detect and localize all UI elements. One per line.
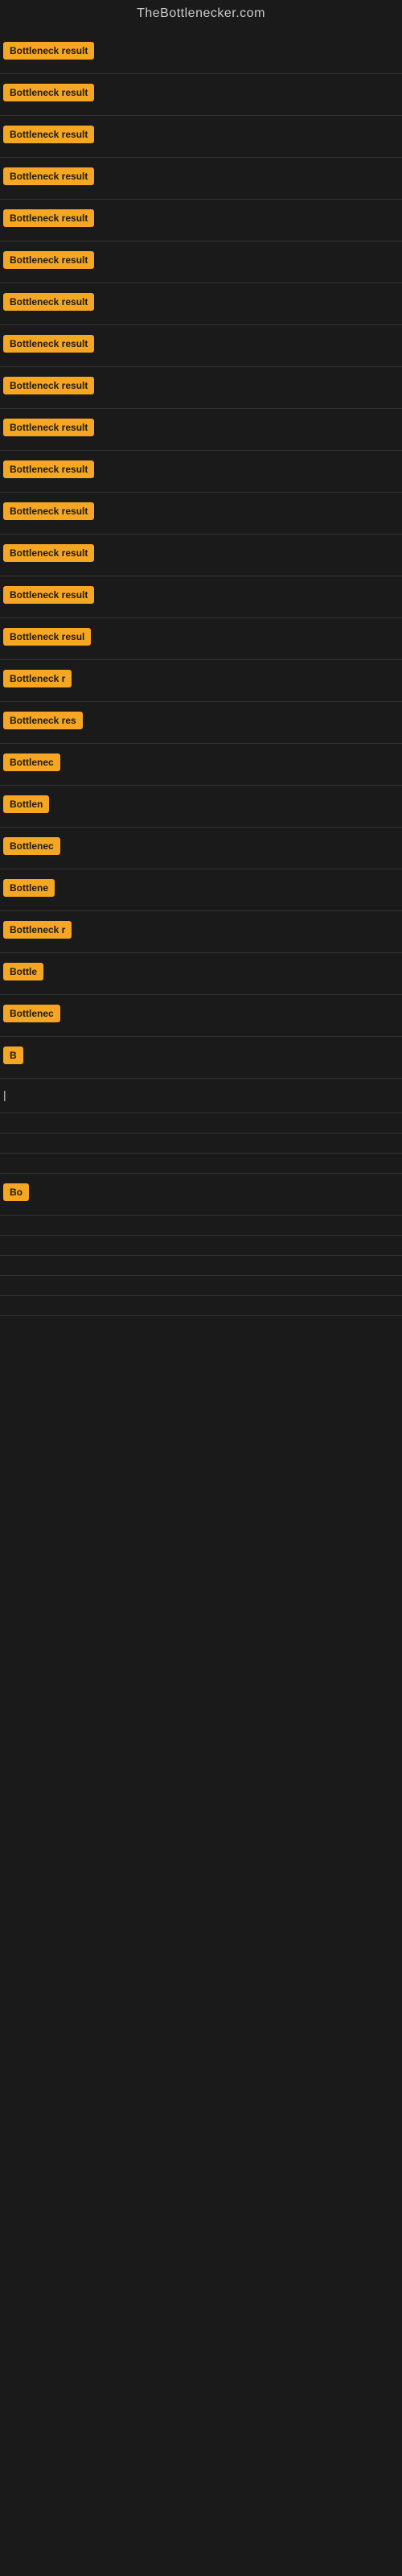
- list-item: Bottlene: [0, 869, 402, 910]
- bottleneck-badge[interactable]: B: [3, 1046, 23, 1064]
- list-item: Bottleneck result: [0, 451, 402, 492]
- list-item: [0, 1296, 402, 1315]
- list-item: Bottleneck result: [0, 535, 402, 576]
- list-item: Bottleneck res: [0, 702, 402, 743]
- bottleneck-badge[interactable]: Bottlenec: [3, 1005, 60, 1022]
- bottleneck-badge[interactable]: Bottleneck result: [3, 42, 94, 60]
- list-item: Bottlenec: [0, 995, 402, 1036]
- bottleneck-badge[interactable]: Bottleneck res: [3, 712, 83, 729]
- list-item: Bottleneck result: [0, 116, 402, 157]
- list-item: Bottlen: [0, 786, 402, 827]
- site-title: TheBottlenecker.com: [0, 0, 402, 29]
- bottleneck-badge[interactable]: Bottleneck result: [3, 251, 94, 269]
- bottleneck-badge[interactable]: Bottleneck result: [3, 335, 94, 353]
- bottleneck-badge[interactable]: Bottleneck result: [3, 419, 94, 436]
- list-item: [0, 1216, 402, 1235]
- bottleneck-badge[interactable]: Bottleneck result: [3, 377, 94, 394]
- bottleneck-badge[interactable]: Bottlene: [3, 879, 55, 897]
- bottleneck-badge[interactable]: Bottleneck result: [3, 209, 94, 227]
- list-item: Bottleneck r: [0, 660, 402, 701]
- list-item: B: [0, 1037, 402, 1078]
- bottleneck-badge[interactable]: Bottleneck result: [3, 293, 94, 311]
- list-item: Bottleneck result: [0, 283, 402, 324]
- list-item: |: [0, 1079, 402, 1113]
- list-item: Bottleneck result: [0, 74, 402, 115]
- list-item: Bottleneck result: [0, 242, 402, 283]
- list-item: Bottle: [0, 953, 402, 994]
- list-item: Bottleneck result: [0, 367, 402, 408]
- list-item: [0, 1256, 402, 1275]
- bottleneck-badge[interactable]: Bottleneck result: [3, 84, 94, 101]
- list-item: [0, 1154, 402, 1173]
- list-item: Bottleneck result: [0, 158, 402, 199]
- bottleneck-badge[interactable]: Bottleneck r: [3, 921, 72, 939]
- list-item: Bottleneck result: [0, 493, 402, 534]
- bottleneck-badge[interactable]: Bottleneck result: [3, 126, 94, 143]
- items-container: Bottleneck result Bottleneck result Bottle…: [0, 29, 402, 1316]
- list-item: Bottleneck result: [0, 32, 402, 73]
- bottleneck-badge[interactable]: Bottleneck result: [3, 544, 94, 562]
- list-item: Bottleneck result: [0, 325, 402, 366]
- bottleneck-badge[interactable]: Bottleneck result: [3, 586, 94, 604]
- bottleneck-badge[interactable]: Bottlen: [3, 795, 49, 813]
- bottleneck-badge[interactable]: Bottleneck resul: [3, 628, 91, 646]
- divider: [0, 1315, 402, 1316]
- list-item: [0, 1113, 402, 1133]
- list-item: [0, 1276, 402, 1295]
- bottleneck-badge[interactable]: Bo: [3, 1183, 29, 1201]
- bottleneck-badge[interactable]: Bottlenec: [3, 837, 60, 855]
- bottleneck-badge[interactable]: Bottleneck result: [3, 460, 94, 478]
- list-item: Bo: [0, 1174, 402, 1215]
- pipe-char: |: [3, 1088, 6, 1101]
- list-item: [0, 1133, 402, 1153]
- list-item: Bottleneck r: [0, 911, 402, 952]
- list-item: Bottleneck result: [0, 409, 402, 450]
- list-item: Bottleneck result: [0, 576, 402, 617]
- bottleneck-badge[interactable]: Bottleneck r: [3, 670, 72, 687]
- list-item: Bottlenec: [0, 828, 402, 869]
- bottleneck-badge[interactable]: Bottleneck result: [3, 502, 94, 520]
- bottleneck-badge[interactable]: Bottlenec: [3, 753, 60, 771]
- list-item: Bottleneck result: [0, 200, 402, 241]
- list-item: Bottlenec: [0, 744, 402, 785]
- bottleneck-badge[interactable]: Bottle: [3, 963, 43, 980]
- list-item: [0, 1236, 402, 1255]
- bottleneck-badge[interactable]: Bottleneck result: [3, 167, 94, 185]
- list-item: Bottleneck resul: [0, 618, 402, 659]
